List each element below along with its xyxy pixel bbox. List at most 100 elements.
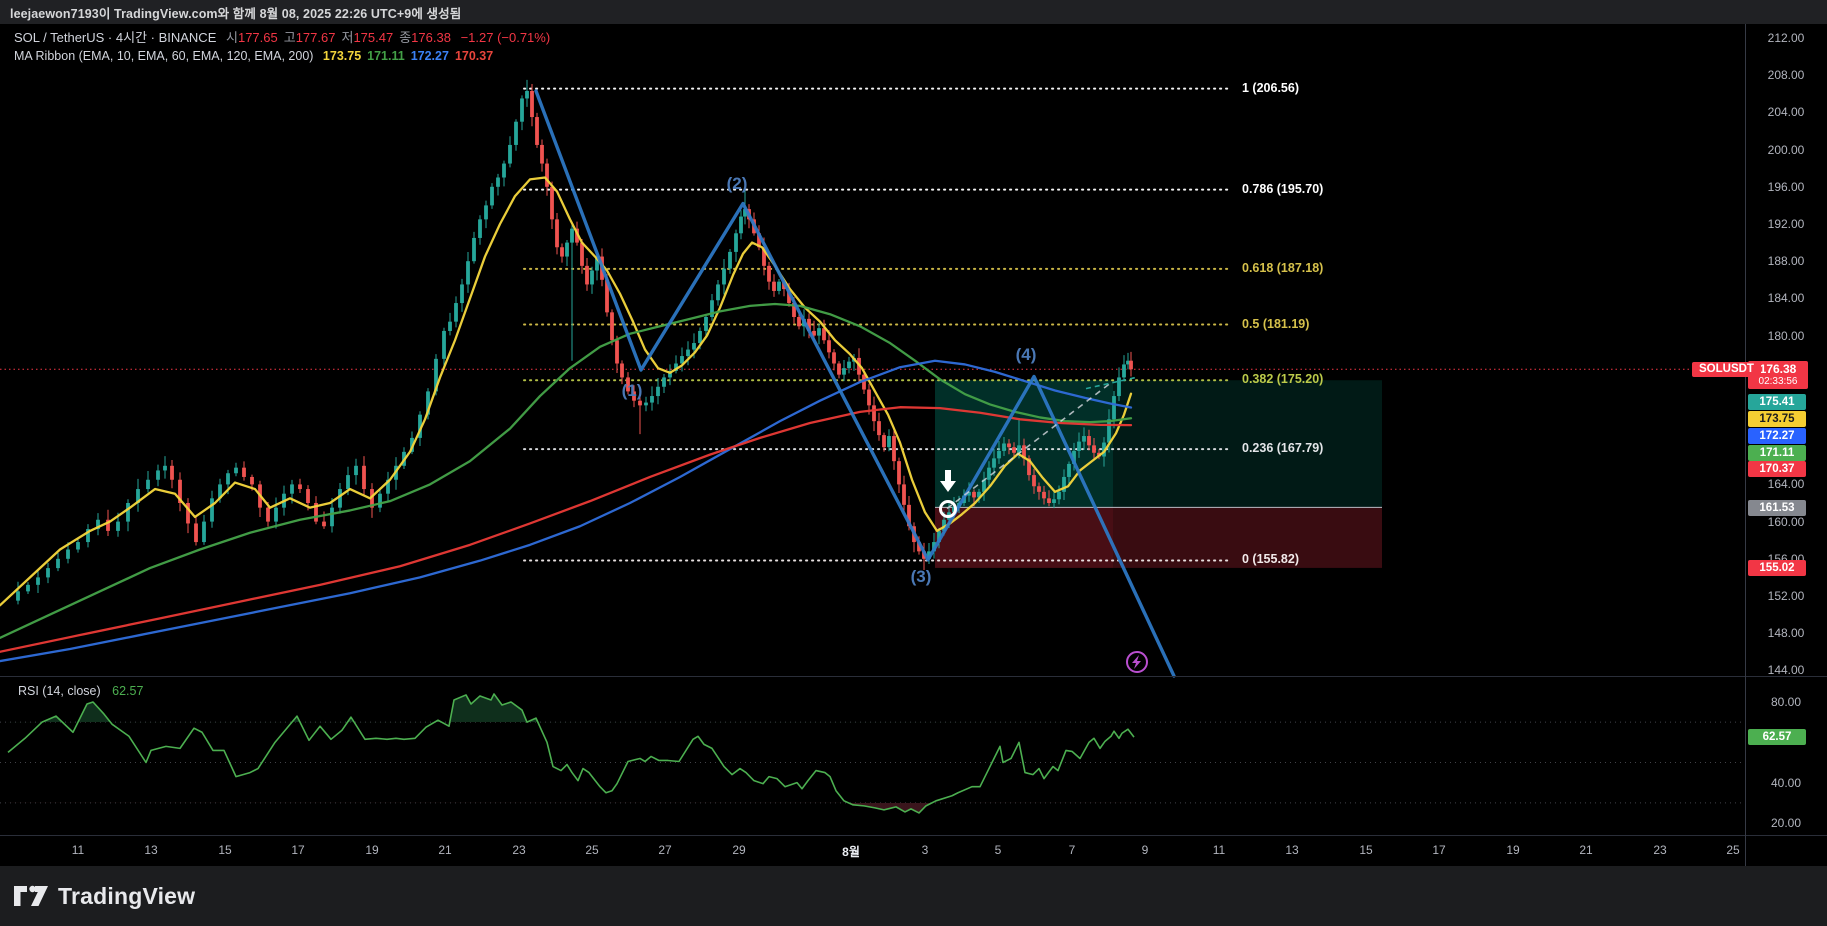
- candle-body: [987, 467, 991, 480]
- candle-body: [1047, 498, 1051, 503]
- ohlc-value: 175.47: [353, 30, 394, 45]
- candle-body: [442, 330, 446, 359]
- rsi-line: [7, 693, 1135, 814]
- footer-bar: TradingView: [0, 866, 1827, 926]
- candle-body: [250, 476, 254, 485]
- candle-body: [972, 491, 976, 498]
- candle-body: [560, 247, 564, 257]
- candle-body: [448, 321, 452, 331]
- candle-body: [892, 436, 896, 462]
- price-chart-surface[interactable]: [0, 0, 1827, 926]
- candle-body: [882, 435, 886, 448]
- lightning-icon[interactable]: [1126, 651, 1148, 673]
- ma-ribbon-legend-row[interactable]: MA Ribbon (EMA, 10, EMA, 60, EMA, 120, E…: [14, 47, 550, 65]
- candle-body: [1032, 475, 1036, 487]
- fib-level-label[interactable]: 0 (155.82): [1242, 552, 1299, 566]
- chart-legend[interactable]: SOL / TetherUS · 4시간 · BINANCE 시177.65 고1…: [14, 29, 550, 65]
- candle-body: [502, 163, 506, 178]
- candle-body: [226, 473, 230, 485]
- ohlc-key: 고: [283, 30, 296, 45]
- candle-body: [1107, 419, 1111, 443]
- candle-body: [580, 242, 584, 266]
- ma-value: 171.11: [367, 49, 405, 63]
- axis-badge-173.75: 173.75: [1748, 411, 1806, 427]
- candle-body: [797, 317, 801, 327]
- candle-body: [550, 186, 554, 220]
- price-axis-tick: 204.00: [1767, 105, 1805, 120]
- wave-label-(1)[interactable]: (1): [622, 381, 643, 401]
- wave-label-(4)[interactable]: (4): [1016, 345, 1037, 365]
- candle-body: [16, 591, 20, 601]
- symbol-legend-row[interactable]: SOL / TetherUS · 4시간 · BINANCE 시177.65 고1…: [14, 29, 550, 47]
- candle-body: [656, 386, 660, 397]
- axis-badge-172.27: 172.27: [1748, 428, 1806, 444]
- time-axis-tick: 8월: [842, 845, 860, 859]
- rsi-oversold-fill: [8, 802, 1134, 813]
- ohlc-key: 종: [399, 30, 412, 45]
- candle-body: [686, 349, 690, 357]
- candle-body: [56, 558, 60, 569]
- fib-level-label[interactable]: 1 (206.56): [1242, 81, 1299, 95]
- candle-body: [508, 144, 512, 164]
- ohlc-key: 저: [341, 30, 354, 45]
- candle-body: [545, 163, 549, 187]
- candle-body: [817, 328, 821, 336]
- candle-body: [767, 265, 771, 282]
- time-axis-tick: 15: [1359, 843, 1373, 857]
- candle-body: [163, 465, 167, 471]
- candle-body: [847, 361, 851, 369]
- candle-body: [722, 268, 726, 285]
- price-axis-tick: 148.00: [1767, 626, 1805, 641]
- candle-body: [170, 465, 174, 480]
- candle-body: [1067, 463, 1071, 477]
- candle-body: [1112, 396, 1116, 420]
- candle-body: [565, 242, 569, 257]
- candle-body: [1129, 360, 1133, 370]
- axis-badge-161.53: 161.53: [1748, 500, 1806, 516]
- time-axis-tick: 19: [1506, 843, 1520, 857]
- price-axis-tick: 180.00: [1767, 328, 1805, 343]
- candle-body: [346, 475, 350, 490]
- fib-level-label[interactable]: 0.5 (181.19): [1242, 317, 1309, 331]
- candle-body: [202, 521, 206, 543]
- candle-body: [46, 568, 50, 578]
- time-axis-tick: 17: [1432, 843, 1446, 857]
- candle-body: [1117, 377, 1121, 397]
- rsi-legend-row[interactable]: RSI (14, close) 62.57: [18, 684, 143, 698]
- time-axis-tick: 5: [994, 843, 1002, 857]
- candle-body: [610, 312, 614, 341]
- candle-body: [116, 521, 120, 531]
- fib-level-label[interactable]: 0.382 (175.20): [1242, 372, 1323, 386]
- candle-body: [1002, 443, 1006, 451]
- time-axis-tick: 29: [732, 843, 746, 857]
- ma-value: 173.75: [322, 49, 362, 63]
- candle-body: [322, 521, 326, 527]
- fib-level-label[interactable]: 0.786 (195.70): [1242, 182, 1323, 196]
- wave-label-(2)[interactable]: (2): [727, 174, 748, 194]
- time-axis-tick: 25: [1726, 843, 1740, 857]
- price-axis-tick: 192.00: [1767, 217, 1805, 231]
- fib-level-label[interactable]: 0.236 (167.79): [1242, 441, 1323, 455]
- ohlc-value: 177.67: [295, 30, 336, 45]
- fib-level-label[interactable]: 0.618 (187.18): [1242, 261, 1323, 275]
- candle-body: [378, 493, 382, 508]
- candle-body: [997, 450, 1001, 459]
- candle-body: [156, 470, 160, 480]
- candle-body: [484, 205, 488, 220]
- candle-body: [535, 117, 539, 145]
- price-axis-tick: 200.00: [1767, 142, 1805, 157]
- ma-value: 170.37: [454, 49, 494, 63]
- wave-label-(3)[interactable]: (3): [911, 567, 932, 587]
- price-axis[interactable]: 212.00 208.00 204.00 200.00 196.00 192.00 188.…: [1745, 24, 1827, 866]
- candle-body: [902, 484, 906, 505]
- time-axis-tick: 9: [1141, 843, 1149, 857]
- candle-body: [466, 261, 470, 285]
- candle-body: [1057, 491, 1061, 500]
- price-axis-tick: 188.00: [1767, 254, 1805, 269]
- candle-body: [590, 270, 594, 285]
- ohlc-values: 시177.65 고177.67 저175.47 종176.38: [226, 30, 457, 45]
- candle-body: [1092, 445, 1096, 453]
- axis-badge-170.37: 170.37: [1748, 461, 1806, 477]
- candle-body: [739, 216, 743, 234]
- candle-body: [1087, 436, 1091, 446]
